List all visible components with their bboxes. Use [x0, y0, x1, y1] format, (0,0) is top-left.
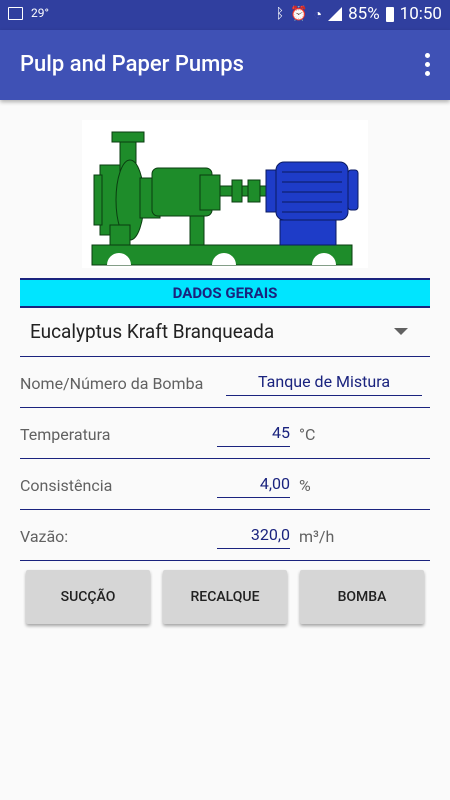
battery-percentage: 85%: [348, 4, 380, 24]
clock: 10:50: [399, 4, 442, 24]
pump-name-input[interactable]: Tanque de Mistura: [226, 369, 422, 396]
signal-icon: [328, 7, 343, 21]
status-bar: 29° ᛒ ⏰ ◔ 85% 10:50: [0, 0, 450, 30]
flow-unit: m³/h: [299, 527, 335, 546]
dropdown-arrow-icon: [394, 328, 408, 335]
pump-name-label: Nome/Número da Bomba: [20, 374, 204, 393]
app-title: Pulp and Paper Pumps: [20, 52, 244, 77]
temperature-unit: °C: [299, 425, 316, 444]
consistency-row: Consistência 4,00 %: [20, 459, 430, 510]
pump-drawing: [91, 131, 359, 266]
overflow-menu-icon[interactable]: [422, 53, 432, 79]
pump-name-row: Nome/Número da Bomba Tanque de Mistura: [20, 357, 430, 408]
section-header: DADOS GERAIS: [20, 278, 430, 308]
consistency-label: Consistência: [20, 476, 113, 495]
pulp-type-dropdown[interactable]: Eucalyptus Kraft Branqueada: [20, 306, 430, 357]
temperature-input[interactable]: 45: [217, 420, 290, 447]
temperature-label: Temperatura: [20, 425, 111, 444]
discharge-button[interactable]: RECALQUE: [163, 570, 287, 624]
pump-button[interactable]: BOMBA: [300, 570, 424, 624]
flow-input[interactable]: 320,0: [217, 522, 290, 549]
gallery-notification-icon: [8, 6, 23, 20]
pulp-type-value: Eucalyptus Kraft Branqueada: [30, 320, 275, 343]
battery-icon: [385, 6, 394, 22]
temperature-status: 29°: [31, 6, 49, 20]
pump-illustration: [82, 120, 368, 268]
bluetooth-icon: ᛒ: [275, 6, 285, 22]
alarm-icon: ⏰: [290, 6, 308, 22]
consistency-input[interactable]: 4,00: [217, 471, 290, 498]
temperature-row: Temperatura 45 °C: [20, 408, 430, 459]
flow-row: Vazão: 320,0 m³/h: [20, 510, 430, 561]
consistency-unit: %: [299, 476, 311, 495]
app-bar: Pulp and Paper Pumps: [0, 30, 450, 100]
flow-label: Vazão:: [20, 527, 69, 546]
wifi-icon: ◔: [313, 6, 323, 23]
suction-button[interactable]: SUCÇÃO: [26, 570, 150, 624]
